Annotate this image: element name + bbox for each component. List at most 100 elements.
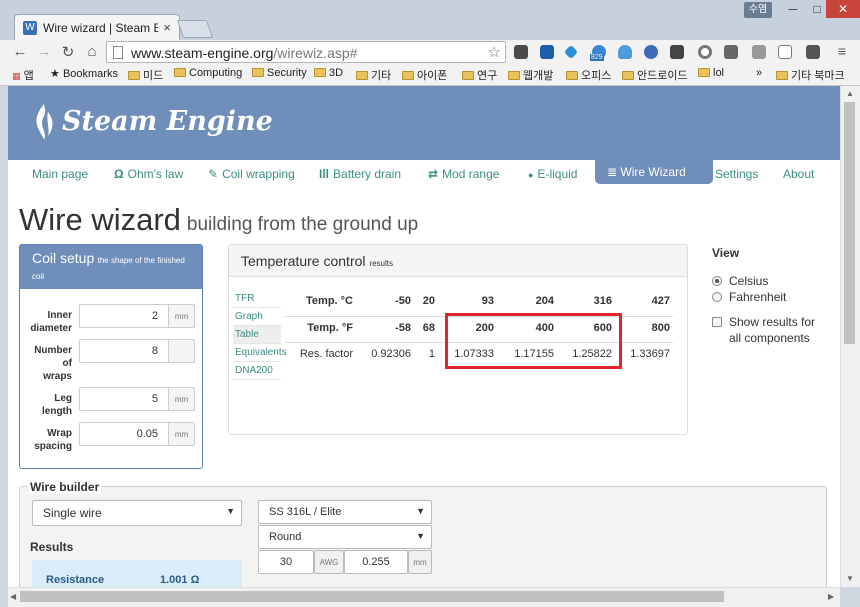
fahrenheit-label[interactable]: Fahrenheit [729, 289, 786, 305]
leg-length-input[interactable]: 5 [79, 387, 169, 411]
extension-circle-icon[interactable] [698, 45, 712, 59]
extension-t-icon[interactable] [806, 45, 820, 59]
table-row-label: Temp. °F [307, 322, 353, 334]
gauge-unit: AWG [314, 550, 344, 574]
extension-cloud-icon[interactable] [618, 45, 632, 59]
ohm-icon: Ω [114, 167, 124, 181]
diameter-input[interactable]: 0.255 [344, 550, 408, 574]
close-window-button[interactable]: ✕ [826, 0, 860, 18]
number-of-wraps-input[interactable]: 8 [79, 339, 169, 363]
address-bar[interactable]: www.steam-engine.org/wirewiz.asp# ☆ [106, 41, 506, 63]
red-highlight-box [445, 313, 622, 369]
nav-wire-wizard[interactable]: ≣ Wire Wizard [595, 160, 713, 184]
new-tab-button[interactable] [176, 20, 214, 38]
nav-mod-range[interactable]: ⇄ Mod range [428, 167, 499, 181]
bookmark-other-folder[interactable]: 기타 북마크 [776, 67, 845, 83]
celsius-radio[interactable] [712, 276, 722, 286]
nav-main-page[interactable]: Main page [32, 167, 88, 181]
profile-select[interactable]: Round ▼ [258, 525, 432, 549]
vertical-scroll-thumb[interactable] [844, 102, 855, 344]
diameter-unit: mm [408, 550, 432, 574]
forward-arrow-icon[interactable]: → [34, 43, 54, 60]
gauge-input[interactable]: 30 [258, 550, 314, 574]
table-cell: 1 [428, 348, 435, 360]
bookmark-folder[interactable]: 미드 [128, 67, 163, 83]
site-logo-text[interactable]: Steam Engine [62, 106, 273, 137]
bookmark-star-icon[interactable]: ☆ [488, 43, 501, 61]
celsius-label[interactable]: Celsius [729, 273, 768, 289]
bookmark-folder[interactable]: lol [698, 67, 724, 79]
bookmark-folder[interactable]: 3D [314, 67, 343, 79]
bookmark-bookmarks[interactable]: ★ Bookmarks [50, 67, 118, 80]
show-all-results-checkbox[interactable] [712, 317, 722, 327]
back-arrow-icon[interactable]: ← [10, 43, 30, 60]
material-select[interactable]: SS 316L / Elite ▼ [258, 500, 432, 524]
extension-download-icon[interactable] [540, 45, 554, 59]
folder-icon [174, 68, 186, 77]
nav-ohms-law[interactable]: Ω Ohm's law [114, 167, 183, 181]
bookmark-folder[interactable]: Security [252, 67, 307, 79]
nav-about[interactable]: About [783, 167, 814, 181]
home-icon[interactable]: ⌂ [82, 43, 102, 60]
scroll-up-arrow-icon[interactable]: ▲ [846, 89, 854, 98]
bookmark-folder[interactable]: 아이폰 [402, 67, 447, 83]
bookmark-folder[interactable]: 오피스 [566, 67, 611, 83]
table-cell: 0.92306 [371, 348, 411, 360]
extension-stack-icon[interactable] [724, 45, 738, 59]
inner-diameter-label: Inner diameter [30, 310, 72, 334]
chrome-menu-icon[interactable]: ≡ [832, 43, 852, 59]
extension-evernote-icon[interactable] [514, 45, 528, 59]
nav-battery-drain[interactable]: Ill Battery drain [319, 167, 401, 181]
wrap-spacing-input[interactable]: 0.05 [79, 422, 169, 446]
extension-badge-count: 829 [590, 54, 604, 61]
scroll-left-arrow-icon[interactable]: ◀ [10, 592, 16, 601]
leg-length-unit: mm [169, 387, 195, 411]
dropdown-arrow-icon: ▼ [416, 531, 425, 541]
bookmark-folder[interactable]: 웹개발 [508, 67, 553, 83]
table-row-label: Temp. °C [306, 295, 353, 307]
bookmark-apps[interactable]: ▦ 앱 [12, 67, 34, 83]
horizontal-scroll-thumb[interactable] [20, 591, 724, 602]
tab-graph[interactable]: Graph [233, 308, 281, 326]
minimize-button[interactable]: ─ [780, 0, 806, 18]
nav-e-liquid[interactable]: ● E-liquid [528, 167, 577, 181]
url-text[interactable]: www.steam-engine.org/wirewiz.asp# [131, 45, 357, 61]
folder-icon [402, 71, 414, 80]
droplet-icon: ● [528, 170, 534, 180]
extension-rss-icon[interactable] [752, 45, 766, 59]
extension-bookmark-icon[interactable] [670, 45, 684, 59]
tab-dna200[interactable]: DNA200 [233, 362, 281, 380]
tab-tfr[interactable]: TFR [233, 290, 281, 308]
wire-builder-title: Wire builder [28, 480, 102, 494]
scroll-down-arrow-icon[interactable]: ▼ [846, 574, 854, 583]
bookmark-folder[interactable]: Computing [174, 67, 242, 79]
table-cell: 93 [481, 295, 494, 307]
nav-coil-wrapping[interactable]: ✎ Coil wrapping [208, 167, 295, 181]
nav-settings[interactable]: Settings [715, 167, 758, 181]
table-cell: 20 [422, 295, 435, 307]
extension-badge-icon[interactable]: 829 [590, 45, 606, 61]
wire-type-select[interactable]: Single wire ▼ [32, 500, 242, 526]
number-of-wraps-label: Number of wraps [34, 345, 72, 382]
extension-pen-icon[interactable] [563, 44, 579, 60]
show-all-results-label[interactable]: Show results for all components [729, 314, 815, 346]
fahrenheit-radio[interactable] [712, 292, 722, 302]
reload-icon[interactable]: ↻ [58, 43, 78, 61]
bookmark-folder[interactable]: 기타 [356, 67, 391, 83]
browser-tab[interactable]: W Wire wizard | Steam Engine × [14, 14, 180, 40]
bookmark-folder[interactable]: 안드로이드 [622, 67, 688, 83]
tab-equivalents[interactable]: Equivalents [233, 344, 287, 362]
coil-setup-header: Coil setup the shape of the finished coi… [20, 245, 202, 289]
scroll-right-arrow-icon[interactable]: ▶ [828, 592, 834, 601]
user-profile-badge[interactable]: 수염 [744, 2, 772, 18]
tab-close-icon[interactable]: × [163, 20, 171, 35]
extension-globe-icon[interactable] [644, 45, 658, 59]
tab-title: Wire wizard | Steam Engine [43, 21, 158, 35]
inner-diameter-input[interactable]: 2 [79, 304, 169, 328]
extension-cast-icon[interactable] [778, 45, 792, 59]
tab-table[interactable]: Table [233, 326, 281, 344]
bookmarks-overflow[interactable]: » [756, 67, 762, 79]
star-icon: ★ [50, 68, 60, 80]
leg-length-label: Leg length [42, 393, 72, 417]
bookmark-folder[interactable]: 연구 [462, 67, 497, 83]
